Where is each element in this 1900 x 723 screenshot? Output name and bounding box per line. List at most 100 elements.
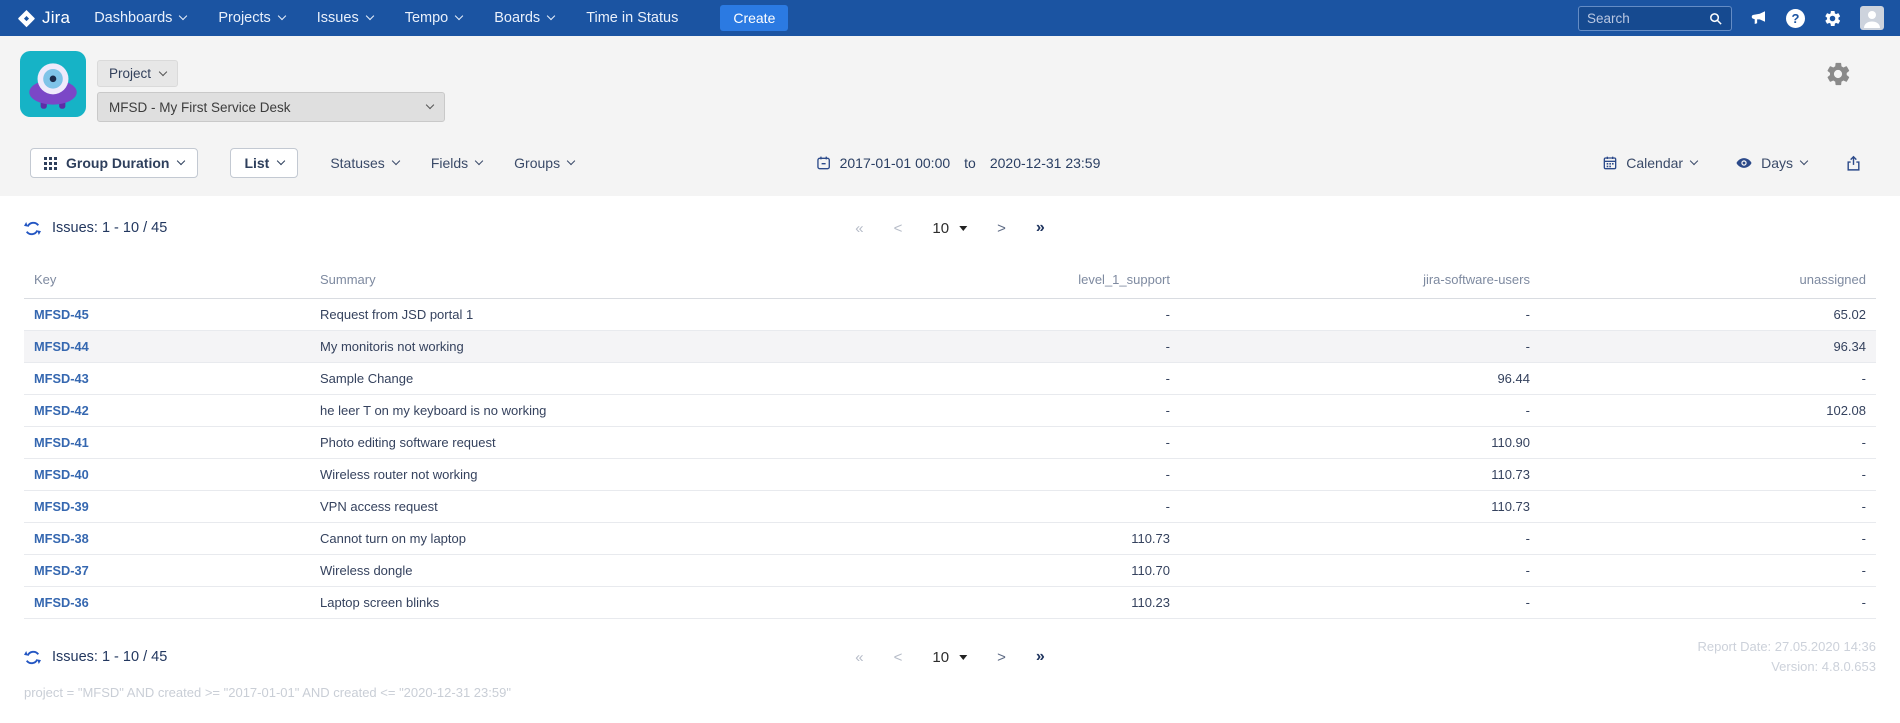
chevron-down-icon — [277, 157, 285, 165]
issue-summary: My monitoris not working — [310, 331, 965, 363]
table-row[interactable]: MFSD-42 he leer T on my keyboard is no w… — [24, 395, 1876, 427]
column-header-jira-software-users[interactable]: jira-software-users — [1180, 266, 1540, 299]
create-button[interactable]: Create — [720, 5, 788, 31]
search-box[interactable] — [1578, 6, 1732, 31]
jira-logo[interactable]: Jira — [16, 8, 70, 29]
top-navbar: Jira Dashboards Projects Issues Tempo Bo… — [0, 0, 1900, 36]
pagination-prev-button[interactable]: < — [894, 220, 903, 237]
project-type-dropdown[interactable]: Project — [97, 60, 178, 87]
report-settings-gear-icon[interactable] — [1824, 60, 1852, 93]
report-toolbar: Group Duration List Statuses Fields Grou… — [30, 148, 1862, 178]
issue-summary: Sample Change — [310, 363, 965, 395]
group-duration-dropdown[interactable]: Group Duration — [30, 148, 198, 178]
toolbar-left: Group Duration List Statuses Fields Grou… — [30, 148, 574, 178]
issue-key-link[interactable]: MFSD-42 — [34, 403, 89, 418]
table-row[interactable]: MFSD-43 Sample Change - 96.44 - — [24, 363, 1876, 395]
duration-jira-software-users: - — [1180, 299, 1540, 331]
pagination-first-button[interactable]: « — [855, 649, 863, 666]
issues-count-label: Issues: 1 - 10 / 45 — [52, 220, 167, 236]
help-icon[interactable]: ? — [1786, 9, 1805, 28]
table-row[interactable]: MFSD-37 Wireless dongle 110.70 - - — [24, 555, 1876, 587]
duration-jira-software-users: 110.90 — [1180, 427, 1540, 459]
pagination-first-button[interactable]: « — [855, 220, 863, 237]
table-header-row: Key Summary level_1_support jira-softwar… — [24, 266, 1876, 299]
groups-dropdown[interactable]: Groups — [514, 155, 574, 171]
column-header-summary[interactable]: Summary — [310, 266, 965, 299]
statuses-dropdown[interactable]: Statuses — [330, 155, 398, 171]
pagination-next-button[interactable]: > — [997, 649, 1006, 666]
table-row[interactable]: MFSD-41 Photo editing software request -… — [24, 427, 1876, 459]
search-input[interactable] — [1587, 11, 1708, 26]
duration-level-1-support: - — [965, 331, 1180, 363]
nav-time-in-status[interactable]: Time in Status — [586, 10, 678, 26]
duration-jira-software-users: 110.73 — [1180, 491, 1540, 523]
calendar-view-dropdown[interactable]: Calendar — [1602, 155, 1697, 171]
chevron-down-icon — [455, 12, 463, 20]
settings-icon[interactable] — [1823, 9, 1842, 28]
days-unit-dropdown[interactable]: Days — [1735, 154, 1807, 172]
project-select[interactable]: MFSD - My First Service Desk — [97, 92, 445, 122]
table-row[interactable]: MFSD-44 My monitoris not working - - 96.… — [24, 331, 1876, 363]
table-row[interactable]: MFSD-40 Wireless router not working - 11… — [24, 459, 1876, 491]
search-icon[interactable] — [1708, 11, 1723, 26]
pagination-last-button[interactable]: » — [1036, 219, 1045, 237]
announcements-icon[interactable] — [1750, 9, 1768, 27]
chevron-down-icon — [365, 12, 373, 20]
table-row[interactable]: MFSD-38 Cannot turn on my laptop 110.73 … — [24, 523, 1876, 555]
pagination-prev-button[interactable]: < — [894, 649, 903, 666]
issue-key-link[interactable]: MFSD-43 — [34, 371, 89, 386]
duration-unassigned: - — [1540, 363, 1876, 395]
nav-tempo[interactable]: Tempo — [405, 10, 463, 26]
dropdown-arrow-icon — [959, 655, 967, 660]
duration-unassigned: 102.08 — [1540, 395, 1876, 427]
column-header-level-1-support[interactable]: level_1_support — [965, 266, 1180, 299]
issues-count-label: Issues: 1 - 10 / 45 — [52, 649, 167, 665]
issue-key-link[interactable]: MFSD-37 — [34, 563, 89, 578]
issue-key-link[interactable]: MFSD-38 — [34, 531, 89, 546]
report-version: Version: 4.8.0.653 — [1697, 657, 1876, 677]
project-avatar — [20, 51, 86, 122]
issue-key-link[interactable]: MFSD-39 — [34, 499, 89, 514]
nav-projects[interactable]: Projects — [218, 10, 284, 26]
duration-level-1-support: - — [965, 459, 1180, 491]
date-range-picker[interactable]: 2017-01-01 00:00 to 2020-12-31 23:59 — [816, 155, 1101, 171]
jql-query-text: project = "MFSD" AND created >= "2017-01… — [24, 685, 1876, 700]
issue-key-link[interactable]: MFSD-45 — [34, 307, 89, 322]
issue-summary: Photo editing software request — [310, 427, 965, 459]
chevron-down-icon — [426, 101, 434, 109]
view-list-dropdown[interactable]: List — [230, 148, 298, 178]
duration-level-1-support: 110.23 — [965, 587, 1180, 619]
duration-level-1-support: - — [965, 299, 1180, 331]
issues-table: Key Summary level_1_support jira-softwar… — [24, 266, 1876, 619]
export-icon[interactable] — [1845, 155, 1862, 172]
chevron-down-icon — [159, 67, 167, 75]
page-size-select[interactable]: 10 — [932, 649, 967, 666]
duration-level-1-support: - — [965, 491, 1180, 523]
table-row[interactable]: MFSD-39 VPN access request - 110.73 - — [24, 491, 1876, 523]
issue-key-link[interactable]: MFSD-41 — [34, 435, 89, 450]
duration-level-1-support: - — [965, 363, 1180, 395]
duration-level-1-support: 110.73 — [965, 523, 1180, 555]
issue-key-link[interactable]: MFSD-36 — [34, 595, 89, 610]
table-row[interactable]: MFSD-36 Laptop screen blinks 110.23 - - — [24, 587, 1876, 619]
column-header-key[interactable]: Key — [24, 266, 310, 299]
column-header-unassigned[interactable]: unassigned — [1540, 266, 1876, 299]
user-avatar[interactable] — [1860, 6, 1884, 30]
table-row[interactable]: MFSD-45 Request from JSD portal 1 - - 65… — [24, 299, 1876, 331]
pagination-last-button[interactable]: » — [1036, 648, 1045, 666]
issue-key-link[interactable]: MFSD-44 — [34, 339, 89, 354]
issue-key-link[interactable]: MFSD-40 — [34, 467, 89, 482]
duration-unassigned: - — [1540, 587, 1876, 619]
refresh-icon[interactable] — [24, 220, 41, 237]
page-size-select[interactable]: 10 — [932, 220, 967, 237]
duration-unassigned: - — [1540, 491, 1876, 523]
nav-boards[interactable]: Boards — [494, 10, 554, 26]
nav-dashboards[interactable]: Dashboards — [94, 10, 186, 26]
duration-jira-software-users: 96.44 — [1180, 363, 1540, 395]
duration-unassigned: - — [1540, 523, 1876, 555]
fields-dropdown[interactable]: Fields — [431, 155, 482, 171]
pagination-next-button[interactable]: > — [997, 220, 1006, 237]
nav-issues[interactable]: Issues — [317, 10, 373, 26]
report-body: Issues: 1 - 10 / 45 « < 10 > » Key Summa… — [0, 208, 1900, 700]
refresh-icon[interactable] — [24, 649, 41, 666]
